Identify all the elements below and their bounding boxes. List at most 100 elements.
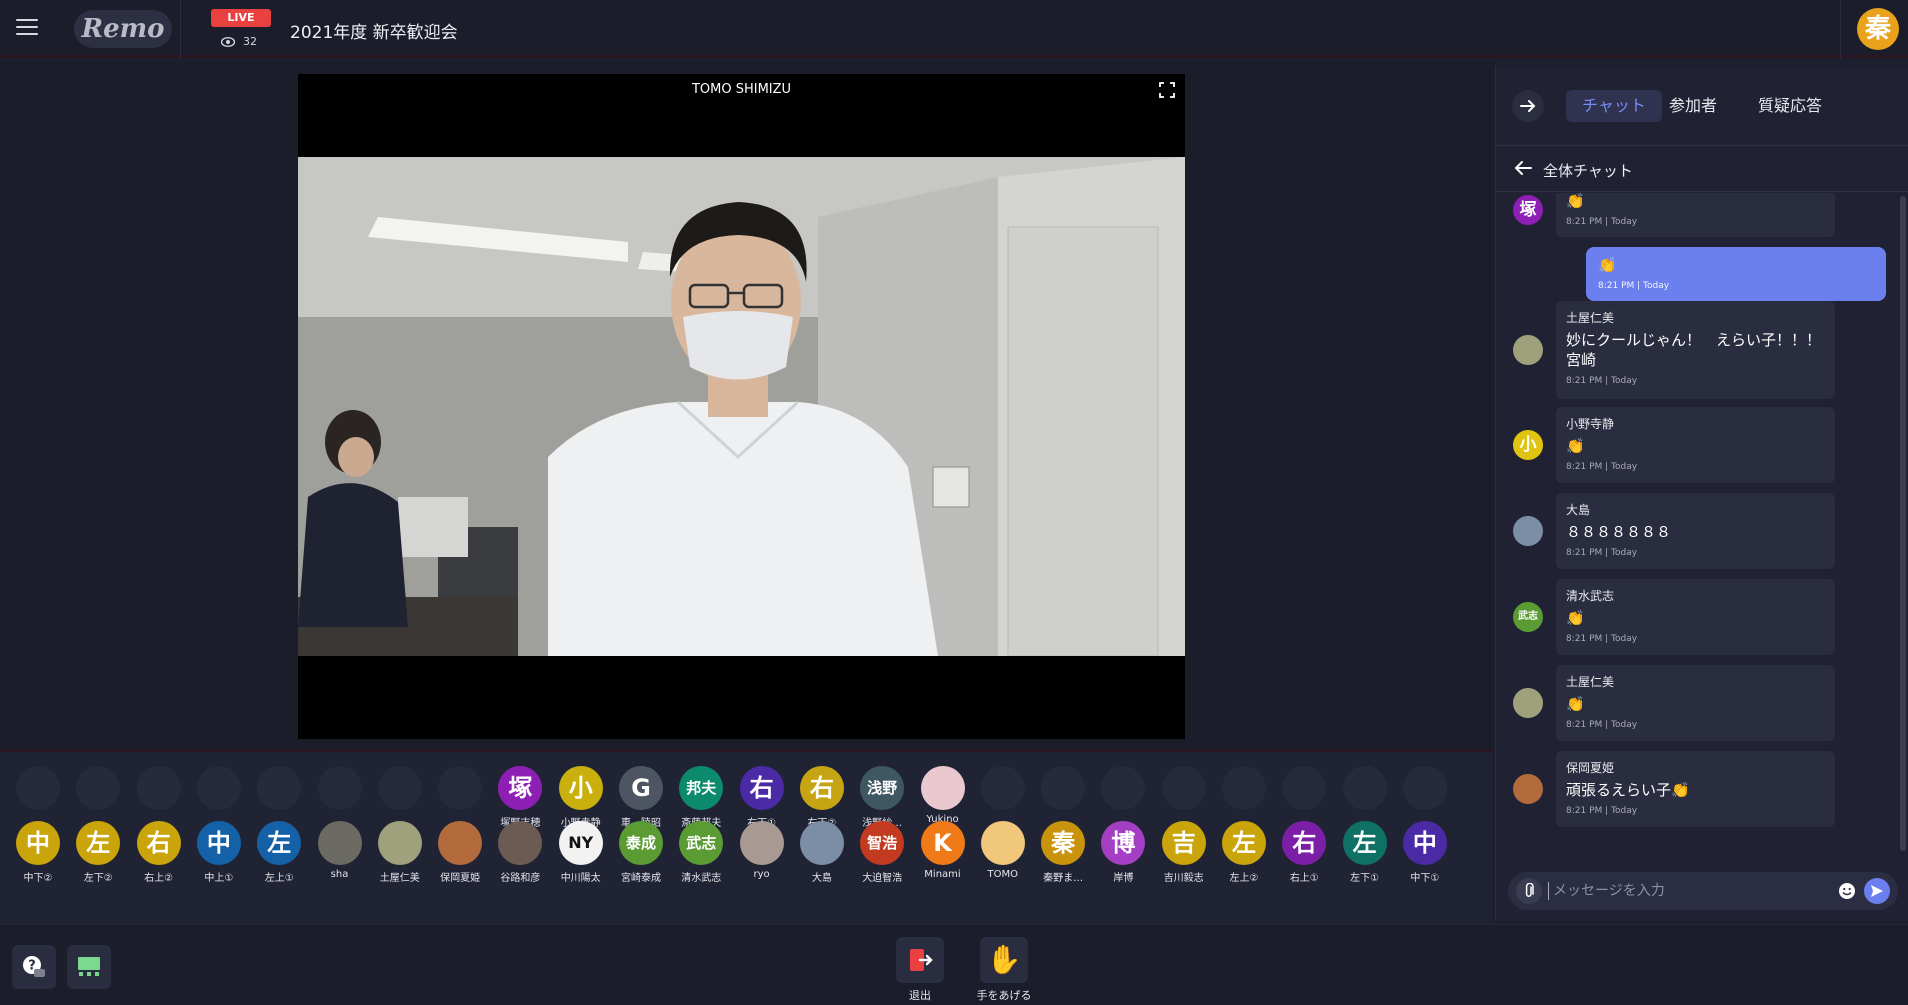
presenter-video[interactable]: TOMO SHIMIZU xyxy=(298,74,1185,739)
attendee-seat[interactable]: 大島 xyxy=(792,821,852,884)
attendee-seat[interactable]: Yukino xyxy=(913,766,973,825)
attendee-seat[interactable]: 右右下① xyxy=(732,766,792,829)
avatar: 武志 xyxy=(679,821,724,865)
avatar: NY xyxy=(558,821,603,865)
attendee-name: 左上① xyxy=(264,873,294,884)
empty-seat[interactable] xyxy=(1154,766,1214,810)
attendee-seat[interactable]: 智浩 大迫智浩 xyxy=(852,821,912,884)
attendee-name: 左上② xyxy=(1229,873,1259,884)
message-timestamp: 8:21 PM | Today xyxy=(1566,548,1638,558)
attendee-seat[interactable]: TOMO xyxy=(973,821,1033,880)
tab-qa[interactable]: 質疑応答 xyxy=(1742,90,1838,122)
attendee-seat[interactable]: 左左上① xyxy=(249,821,309,884)
attendee-seat[interactable]: 吉吉川毅志 xyxy=(1154,821,1214,884)
chat-subheader: 全体チャット xyxy=(1496,146,1908,192)
empty-seat[interactable] xyxy=(189,766,249,810)
smiley-icon xyxy=(1839,883,1855,899)
empty-seat[interactable] xyxy=(249,766,309,810)
attendee-seat[interactable]: 秦秦野ま… xyxy=(1033,821,1093,884)
attendee-seat[interactable]: 右右上① xyxy=(1274,821,1334,884)
chat-channel-title: 全体チャット xyxy=(1543,162,1633,180)
attendee-seat[interactable]: 中中上① xyxy=(189,821,249,884)
sender-avatar[interactable] xyxy=(1513,516,1543,546)
avatar xyxy=(1342,766,1387,810)
empty-seat[interactable] xyxy=(68,766,128,810)
exit-button[interactable] xyxy=(896,937,944,983)
attendee-seat[interactable]: 邦夫斎藤邦夫 xyxy=(671,766,731,829)
avatar: 博 xyxy=(1101,821,1146,865)
attendee-seat[interactable]: 武志 清水武志 xyxy=(671,821,731,884)
avatar: 右 xyxy=(136,821,181,865)
attendee-seat[interactable]: 泰成 宮崎泰成 xyxy=(611,821,671,884)
attendee-seat[interactable]: 左左下① xyxy=(1335,821,1395,884)
attendee-seat[interactable]: 浅野浅野紗… xyxy=(852,766,912,829)
attendee-seat[interactable]: 土屋仁美 xyxy=(370,821,430,884)
empty-seat[interactable] xyxy=(1093,766,1153,810)
attendee-seat[interactable]: 右右下② xyxy=(792,766,852,829)
empty-seat[interactable] xyxy=(370,766,430,810)
raised-hand-icon: ✋ xyxy=(986,943,1022,976)
attendee-seat[interactable]: sha xyxy=(310,821,370,880)
attendee-seat[interactable]: 右右上② xyxy=(129,821,189,884)
attendee-name: 右上① xyxy=(1289,873,1319,884)
attendee-name: 土屋仁美 xyxy=(379,873,420,884)
help-button[interactable]: ? xyxy=(12,945,56,989)
attendee-seat[interactable]: 博岸博 xyxy=(1093,821,1153,884)
message-composer xyxy=(1508,872,1898,910)
attendee-seat[interactable]: 中中下① xyxy=(1395,821,1455,884)
avatar: 秦 xyxy=(1041,821,1086,865)
sender-avatar[interactable] xyxy=(1513,688,1543,718)
send-button[interactable] xyxy=(1864,878,1890,904)
message-bubble: 大島 ８８８８８８８ 8:21 PM | Today xyxy=(1556,493,1835,569)
tab-chat[interactable]: チャット xyxy=(1566,90,1662,122)
back-arrow-icon[interactable] xyxy=(1514,160,1532,176)
empty-seat[interactable] xyxy=(973,766,1033,810)
scrollbar[interactable] xyxy=(1900,196,1906,851)
attach-button[interactable] xyxy=(1516,878,1542,904)
sender-avatar[interactable]: 小 xyxy=(1513,430,1543,460)
attendee-seat[interactable]: 塚塚野志穂 xyxy=(490,766,550,829)
empty-seat[interactable] xyxy=(1395,766,1455,810)
message-text: 頑張るえらい子👏 xyxy=(1566,781,1690,799)
menu-icon[interactable] xyxy=(16,19,38,37)
fullscreen-icon[interactable] xyxy=(1159,82,1175,98)
collapse-panel-button[interactable] xyxy=(1512,90,1544,122)
emoji-button[interactable] xyxy=(1834,878,1860,904)
avatar xyxy=(980,821,1025,865)
attendee-seat[interactable]: 谷路和彦 xyxy=(490,821,550,884)
attendee-seat[interactable]: G車 陸昭 xyxy=(611,766,671,829)
attendee-seat[interactable]: ryo xyxy=(732,821,792,880)
attendee-seat[interactable]: 小小野寺静 xyxy=(551,766,611,829)
empty-seat[interactable] xyxy=(1335,766,1395,810)
empty-seat[interactable] xyxy=(129,766,189,810)
empty-seat[interactable] xyxy=(1274,766,1334,810)
attendee-seat[interactable]: 中中下② xyxy=(8,821,68,884)
attendee-name: 左下② xyxy=(83,873,113,884)
message-text: 妙にクールじゃん！ えらい子！！！宮崎 xyxy=(1566,331,1822,369)
empty-seat[interactable] xyxy=(8,766,68,810)
attendee-seat[interactable]: 保岡夏姫 xyxy=(430,821,490,884)
my-avatar[interactable]: 秦 xyxy=(1857,8,1899,50)
message-input[interactable] xyxy=(1548,882,1834,900)
attendee-seat[interactable]: K Minami xyxy=(913,821,973,880)
empty-seat[interactable] xyxy=(1214,766,1274,810)
message-list[interactable]: 👏 8:21 PM | Today 塚 👏 8:21 PM | Today 土屋仁美 妙にク… xyxy=(1496,193,1908,853)
attendee-name: 岸博 xyxy=(1113,873,1134,884)
floor-plan-button[interactable] xyxy=(67,945,111,989)
attendee-seat[interactable]: NY 中川陽太 xyxy=(551,821,611,884)
remo-logo[interactable]: Remo xyxy=(74,10,172,48)
empty-seat[interactable] xyxy=(1033,766,1093,810)
sender-avatar[interactable] xyxy=(1513,774,1543,804)
attendee-seat[interactable]: 左左下② xyxy=(68,821,128,884)
sender-avatar[interactable]: 武志 xyxy=(1513,602,1543,632)
raise-hand-button[interactable]: ✋ xyxy=(980,937,1028,983)
raise-hand-label: 手をあげる xyxy=(976,989,1032,1002)
avatar: G xyxy=(619,766,663,810)
sender-avatar[interactable] xyxy=(1513,335,1543,365)
tab-participants[interactable]: 参加者 xyxy=(1653,90,1733,122)
empty-seat[interactable] xyxy=(310,766,370,810)
sender-avatar[interactable]: 塚 xyxy=(1513,195,1543,225)
attendee-seat[interactable]: 左左上② xyxy=(1214,821,1274,884)
empty-seat[interactable] xyxy=(430,766,490,810)
avatar xyxy=(920,766,965,810)
